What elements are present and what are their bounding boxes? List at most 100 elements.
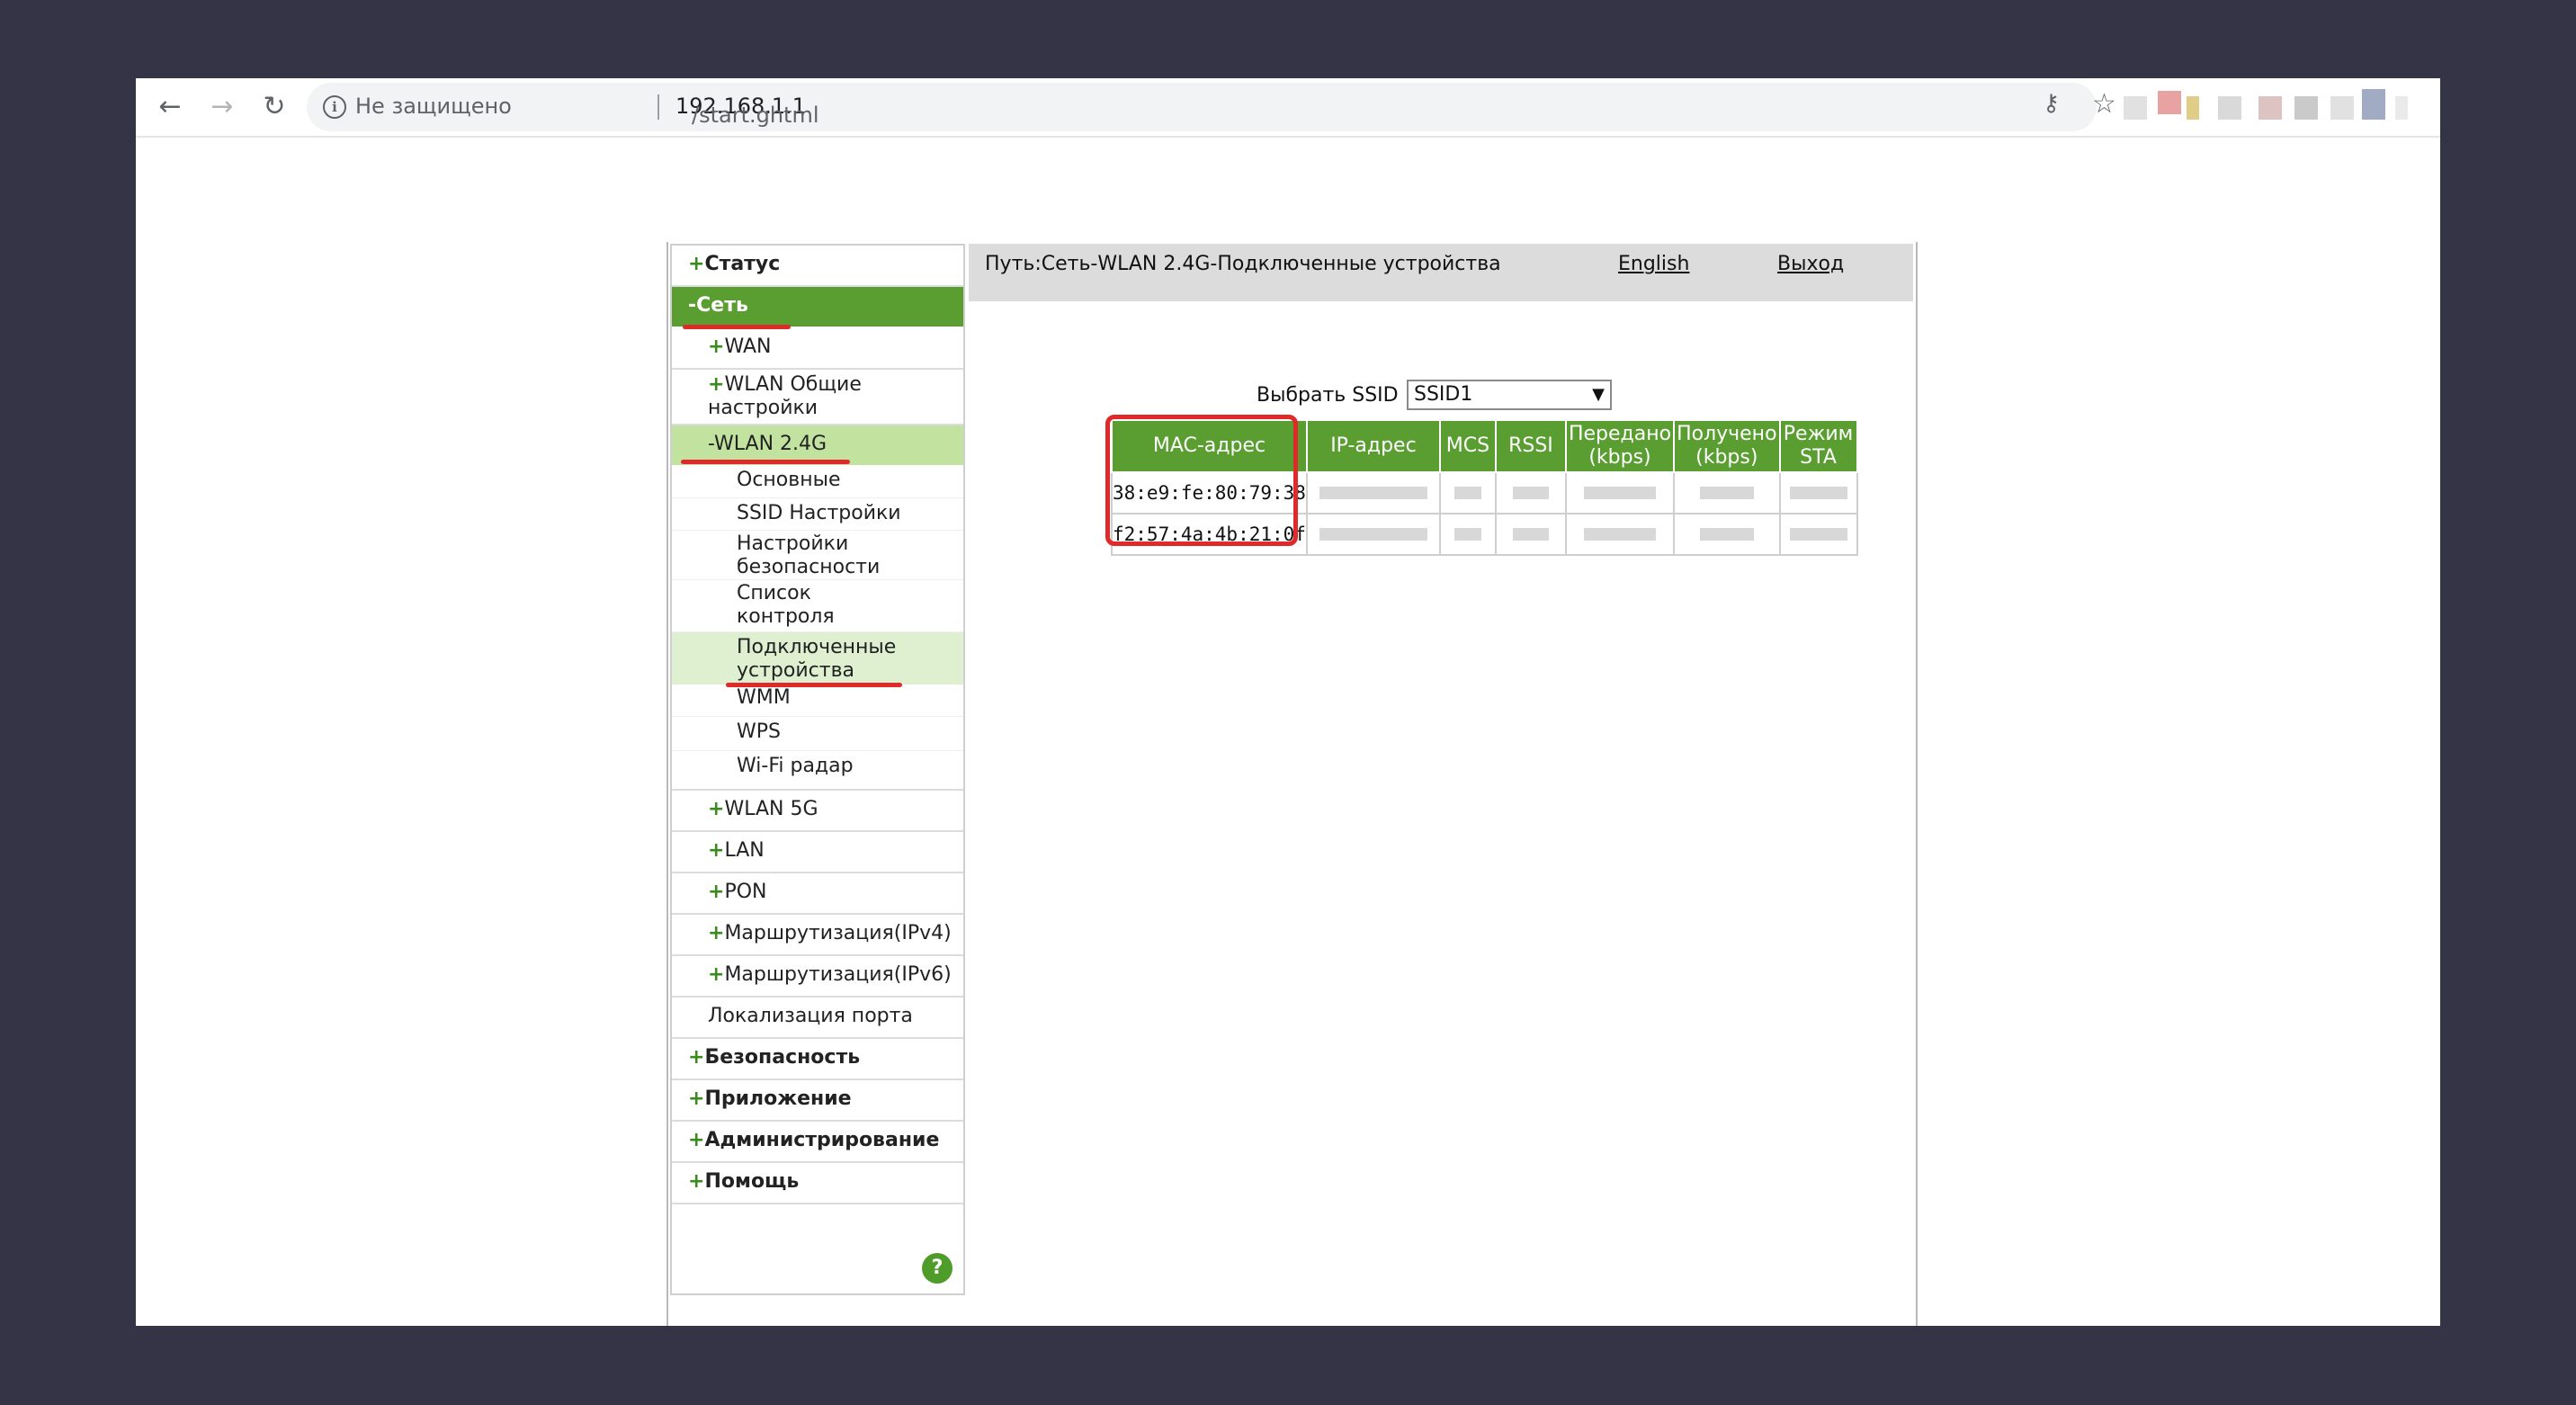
menu-security[interactable]: +Безопасность [672, 1039, 963, 1080]
expand-icon: + [708, 922, 725, 944]
ssid-selected-value: SSID1 [1414, 383, 1473, 406]
menu-label: Настройки безопасности [737, 532, 881, 578]
extension-icon[interactable] [2158, 91, 2181, 114]
sta-cell-redacted [1778, 471, 1858, 515]
ssid-select[interactable]: SSID1 ▼ [1407, 380, 1612, 410]
menu-help[interactable]: +Помощь [672, 1163, 963, 1204]
menu-label: Маршрутизация(IPv4) [724, 922, 952, 944]
menu-application[interactable]: +Приложение [672, 1080, 963, 1122]
chevron-down-icon: ▼ [1592, 385, 1605, 404]
expand-icon: + [688, 1170, 705, 1193]
menu-label: WLAN 5G [724, 798, 818, 820]
expand-icon: + [708, 839, 725, 862]
mac-column-highlight [1105, 415, 1298, 546]
forward-button[interactable]: → [204, 89, 240, 125]
rx-cell-redacted [1673, 513, 1781, 556]
menu-lan[interactable]: +LAN [672, 832, 963, 873]
menu-wlan-5g[interactable]: +WLAN 5G [672, 791, 963, 832]
expand-icon: + [708, 336, 725, 358]
menu-status[interactable]: +Статус [672, 246, 963, 287]
profile-avatar[interactable] [2362, 89, 2385, 120]
expand-icon: + [688, 253, 705, 275]
menu-security-settings[interactable]: Настройки безопасности [672, 531, 963, 580]
expand-icon: + [708, 373, 725, 396]
browser-window: ← → ↻ i Не защищено 192.168.1.1/start.gh… [136, 78, 2440, 1326]
sta-cell-redacted [1778, 513, 1858, 556]
info-icon[interactable]: i [323, 95, 346, 119]
main-content: Путь:Сеть-WLAN 2.4G-Подключенные устройс… [969, 244, 1913, 1323]
column-header-rssi: RSSI [1494, 419, 1567, 473]
address-bar[interactable]: i Не защищено 192.168.1.1/start.ghtml ⚷ … [307, 83, 2116, 131]
column-header-sta-mode: Режим STA [1778, 419, 1858, 473]
menu-network[interactable]: -Сеть [672, 287, 963, 328]
menu-label: Администрирование [704, 1129, 940, 1151]
extension-icon[interactable] [2395, 96, 2408, 120]
url-path: /start.ghtml [692, 103, 819, 128]
menu-label: WPS [737, 720, 781, 743]
menu-label: Подключенные устройства [737, 636, 897, 682]
mcs-cell-redacted [1438, 513, 1497, 556]
menu-wps[interactable]: WPS [672, 717, 963, 751]
ip-cell-redacted [1305, 513, 1441, 556]
menu-pon[interactable]: +PON [672, 873, 963, 915]
extension-icon[interactable] [2187, 96, 2199, 120]
extension-icon[interactable] [2330, 96, 2354, 120]
extension-icon[interactable] [2218, 96, 2241, 120]
back-button[interactable]: ← [152, 89, 188, 125]
header-bar: Путь:Сеть-WLAN 2.4G-Подключенные устройс… [969, 244, 1913, 301]
english-link[interactable]: English [1618, 253, 1689, 275]
key-icon[interactable]: ⚷ [2043, 90, 2060, 117]
menu-administration[interactable]: +Администрирование [672, 1122, 963, 1163]
menu-wifi-radar[interactable]: Wi-Fi радар [672, 751, 963, 791]
rx-cell-redacted [1673, 471, 1781, 515]
menu-wan[interactable]: +WAN [672, 328, 963, 370]
extension-icon[interactable] [2258, 96, 2282, 120]
menu-label: Локализация порта [708, 1005, 913, 1027]
column-header-rx: Получено (kbps) [1673, 419, 1781, 473]
collapse-icon: - [688, 294, 697, 317]
expand-icon: + [688, 1129, 705, 1151]
ssid-label: Выбрать SSID [1257, 384, 1399, 407]
help-icon[interactable]: ? [922, 1253, 953, 1284]
menu-wmm[interactable]: WMM [672, 685, 963, 717]
menu-routing-ipv4[interactable]: +Маршрутизация(IPv4) [672, 915, 963, 956]
tx-cell-redacted [1564, 471, 1676, 515]
menu-wlan-general[interactable]: +WLAN Общие настройки [672, 370, 963, 425]
menu-port-localization[interactable]: Локализация порта [672, 998, 963, 1039]
logout-link[interactable]: Выход [1777, 253, 1844, 275]
rssi-cell-redacted [1494, 471, 1567, 515]
ip-cell-redacted [1305, 471, 1441, 515]
extensions-area [2115, 87, 2420, 129]
red-underline-wlan24 [681, 460, 850, 464]
reload-button[interactable]: ↻ [256, 89, 292, 125]
menu-connected-devices[interactable]: Подключенные устройства [672, 632, 963, 685]
url-text[interactable]: 192.168.1.1/start.ghtml [675, 94, 819, 128]
menu-label: PON [724, 881, 767, 903]
mcs-cell-redacted [1438, 471, 1497, 515]
expand-icon: + [708, 798, 725, 820]
menu-label: Сеть [696, 294, 748, 317]
menu-label: WLAN Общие настройки [708, 373, 862, 419]
menu-label: Маршрутизация(IPv6) [724, 963, 952, 986]
menu-label: Безопасность [704, 1046, 861, 1069]
menu-ssid-settings[interactable]: SSID Настройки [672, 498, 963, 531]
menu-label: Основные [737, 469, 841, 491]
menu-routing-ipv6[interactable]: +Маршрутизация(IPv6) [672, 956, 963, 998]
extension-icon[interactable] [2124, 96, 2147, 120]
menu-basic[interactable]: Основные [672, 465, 963, 498]
column-header-ip: IP-адрес [1305, 419, 1441, 473]
column-header-tx: Передано (kbps) [1564, 419, 1676, 473]
address-divider [657, 94, 659, 120]
menu-label: Статус [704, 253, 781, 275]
menu-label: SSID Настройки [737, 502, 901, 524]
breadcrumb: Путь:Сеть-WLAN 2.4G-Подключенные устройс… [985, 253, 1501, 275]
collapse-icon: - [708, 433, 715, 455]
security-label: Не защищено [355, 94, 512, 119]
expand-icon: + [708, 881, 725, 903]
extension-icon[interactable] [2294, 96, 2318, 120]
menu-label: WLAN 2.4G [714, 433, 827, 455]
bookmark-star-icon[interactable]: ☆ [2092, 88, 2116, 120]
menu-access-control[interactable]: Список контроля доступа [672, 580, 963, 651]
menu-label: Приложение [704, 1087, 852, 1110]
expand-icon: + [688, 1087, 705, 1110]
